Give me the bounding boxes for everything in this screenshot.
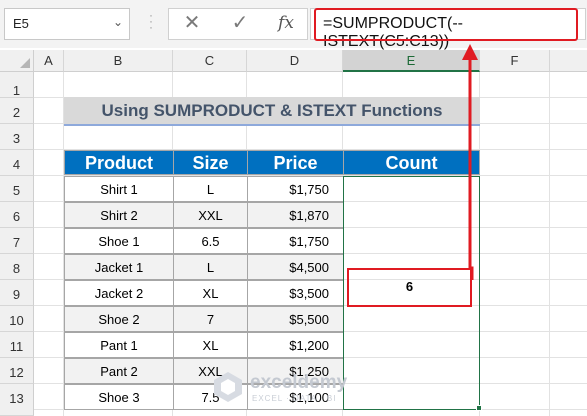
highlight-arrow (462, 44, 478, 280)
exceldemy-logo-icon (214, 372, 242, 402)
exceldemy-watermark: exceldemy EXCEL · DATA · BI (212, 368, 372, 408)
watermark-brand: exceldemy (250, 372, 348, 393)
watermark-tagline: EXCEL · DATA · BI (252, 394, 337, 403)
